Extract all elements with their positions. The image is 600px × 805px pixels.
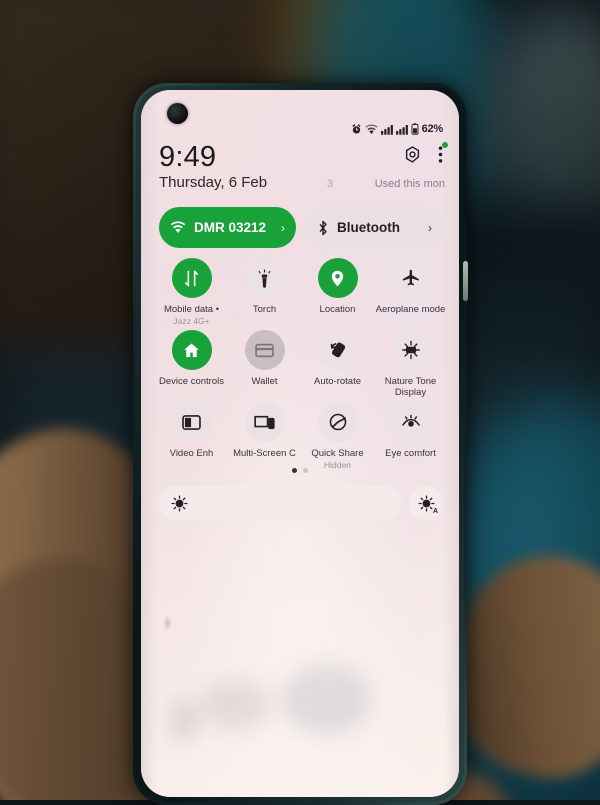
tile-torch[interactable]: Torch: [228, 258, 301, 326]
wallet-card-icon: [244, 330, 285, 370]
wifi-pill[interactable]: DMR 03212 ›: [159, 207, 296, 248]
more-vertical-icon[interactable]: [438, 142, 448, 169]
date-label: Thursday, 6 Feb: [159, 174, 268, 191]
page-dot-1[interactable]: [292, 468, 297, 473]
location-pin-icon: [317, 258, 358, 298]
menu-notification-dot: [442, 142, 448, 148]
time-label: 9:49: [159, 141, 217, 173]
tile-sublabel: Jazz 4G+: [173, 316, 210, 326]
auto-brightness-label: A: [432, 508, 438, 515]
data-usage-number: 3: [327, 178, 334, 190]
phone-screen: 62% 9:49 Thursday, 6 Feb 3 Used this mon: [141, 90, 459, 797]
tile-mobile-data[interactable]: Mobile data • Jazz 4G+: [155, 258, 228, 326]
screen-smudge: [281, 665, 371, 735]
tile-label: Multi-Screen C: [233, 448, 296, 459]
chevron-right-icon[interactable]: ›: [428, 221, 432, 235]
quick-share-icon: [317, 402, 358, 442]
tile-wallet[interactable]: Wallet: [228, 330, 301, 398]
auto-brightness-button[interactable]: A: [409, 486, 443, 520]
status-bar: 62%: [141, 120, 459, 138]
battery-icon: [411, 123, 419, 135]
tile-aeroplane-mode[interactable]: Aeroplane mode: [374, 258, 447, 326]
tile-multi-screen[interactable]: Multi-Screen C: [228, 402, 301, 470]
page-dot-2[interactable]: [303, 468, 308, 473]
tile-location[interactable]: Location: [301, 258, 374, 326]
tile-auto-rotate[interactable]: Auto-rotate: [301, 330, 374, 398]
tile-label: Wallet: [251, 376, 278, 387]
tile-nature-tone-display[interactable]: Nature Tone Display: [374, 330, 447, 398]
tile-label: Auto-rotate: [314, 376, 361, 387]
tile-label: Aeroplane mode: [375, 304, 446, 315]
tile-video-enhancer[interactable]: Video Enh: [155, 402, 228, 470]
eye-comfort-icon: [390, 402, 431, 442]
brightness-row: A: [159, 486, 443, 520]
video-enhancer-icon: [171, 402, 212, 442]
tile-label: Video Enh: [169, 448, 214, 459]
page-indicator: [141, 468, 459, 473]
brightness-slider[interactable]: [159, 486, 401, 520]
tile-label: Nature Tone Display: [384, 376, 437, 398]
brightness-sun-icon: [171, 494, 188, 512]
tile-label: Eye comfort: [385, 448, 436, 459]
tile-label: Location: [319, 304, 356, 315]
mobile-data-icon: [171, 258, 212, 298]
home-device-icon: [171, 330, 212, 370]
bluetooth-icon: [319, 220, 327, 235]
clock[interactable]: 9:49 Thursday, 6 Feb: [159, 142, 267, 192]
background-grey-object: [492, 16, 600, 224]
multi-screen-icon: [244, 402, 285, 442]
auto-rotate-icon: [317, 330, 358, 370]
tile-quick-share[interactable]: Quick Share Hidden: [301, 402, 374, 470]
alarm-icon: [351, 123, 361, 134]
tile-label: Quick Share: [311, 448, 364, 459]
torch-icon: [244, 258, 285, 298]
tile-device-controls[interactable]: Device controls: [155, 330, 228, 398]
wifi-pill-label: DMR 03212: [194, 220, 267, 235]
wifi-icon: [365, 124, 378, 134]
tile-label: Mobile data •: [163, 304, 220, 315]
screen-smudge: [201, 680, 271, 730]
data-usage-label: Used this mon: [374, 178, 445, 190]
screen-blemish: [163, 615, 172, 631]
settings-gear-icon[interactable]: [403, 145, 422, 169]
aeroplane-icon: [390, 258, 431, 298]
chevron-right-icon[interactable]: ›: [281, 221, 285, 235]
screen-smudge: [171, 700, 197, 740]
connectivity-pills: DMR 03212 › Bluetooth ›: [159, 207, 443, 248]
nature-tone-icon: [390, 330, 431, 370]
brightness-auto-icon: [417, 494, 435, 512]
battery-percentage: 62%: [421, 123, 444, 135]
bluetooth-pill-label: Bluetooth: [337, 220, 400, 235]
panel-header: 9:49 Thursday, 6 Feb 3 Used this mon: [141, 142, 459, 198]
tile-eye-comfort[interactable]: Eye comfort: [374, 402, 447, 470]
power-button[interactable]: [463, 261, 468, 301]
signal-bars-icon: [395, 124, 408, 135]
tile-label: Device controls: [159, 376, 224, 387]
tile-label: Torch: [252, 304, 277, 315]
wifi-icon: [170, 221, 186, 234]
signal-bars-icon: [380, 124, 393, 135]
quick-settings-grid: Mobile data • Jazz 4G+ Torch Location Ae…: [155, 258, 447, 470]
bluetooth-pill[interactable]: Bluetooth ›: [306, 207, 443, 248]
